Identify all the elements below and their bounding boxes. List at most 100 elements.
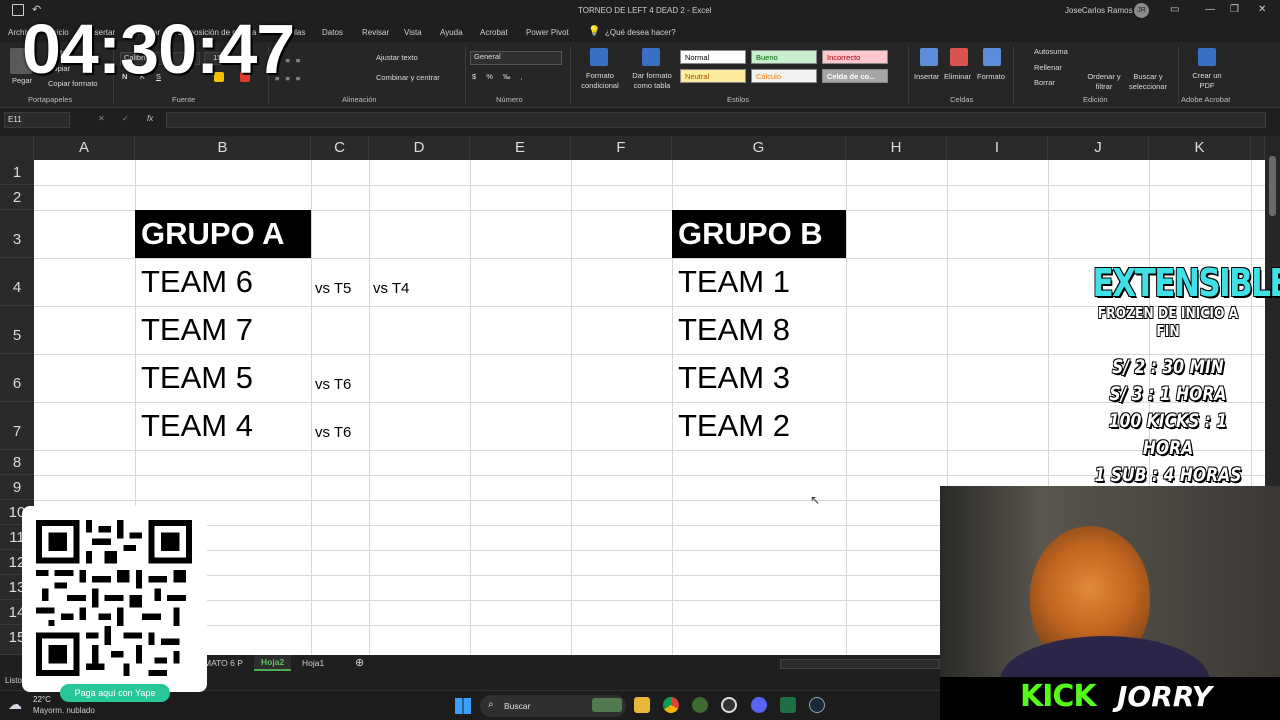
- weather-desc[interactable]: Mayorm. nublado: [33, 706, 95, 715]
- sheet-tab-active[interactable]: Hoja2: [254, 655, 292, 671]
- fill-button[interactable]: Rellenar: [1034, 63, 1062, 73]
- column-header-j[interactable]: J: [1048, 136, 1149, 160]
- create-pdf-button[interactable]: Crear un PDF: [1190, 71, 1224, 91]
- format-as-table-icon[interactable]: [642, 48, 660, 66]
- conditional-format-icon[interactable]: [590, 48, 608, 66]
- style-neutral[interactable]: Neutral: [680, 69, 746, 83]
- style-incorrecto[interactable]: Incorrecto: [822, 50, 888, 64]
- column-header-h[interactable]: H: [846, 136, 947, 160]
- match-cell[interactable]: vs T4: [369, 280, 409, 297]
- group-b-team[interactable]: TEAM 8: [672, 306, 846, 354]
- pdf-icon[interactable]: [1198, 48, 1216, 66]
- row-header[interactable]: 2: [0, 185, 34, 210]
- weather-temp[interactable]: 22°C: [33, 695, 51, 704]
- tab-ayuda[interactable]: Ayuda: [440, 28, 463, 37]
- column-header-b[interactable]: B: [135, 136, 311, 160]
- yape-pay-button[interactable]: Paga aquí con Yape: [60, 684, 170, 702]
- number-format-icons[interactable]: $ % ‰ ,: [472, 72, 527, 82]
- number-format-select[interactable]: General: [470, 51, 562, 65]
- row-header[interactable]: 1: [0, 160, 34, 185]
- insert-cells-icon[interactable]: [920, 48, 938, 66]
- merge-center-button[interactable]: Combinar y centrar: [376, 73, 440, 83]
- conditional-format-button[interactable]: Formato condicional: [574, 71, 626, 91]
- tab-vista[interactable]: Vista: [404, 28, 422, 37]
- wrap-text-button[interactable]: Ajustar texto: [376, 53, 418, 63]
- group-a-title[interactable]: GRUPO A: [135, 210, 311, 258]
- format-cells-icon[interactable]: [983, 48, 1001, 66]
- column-header-e[interactable]: E: [470, 136, 571, 160]
- tell-me-search[interactable]: ¿Qué desea hacer?: [605, 28, 676, 37]
- group-a-team[interactable]: TEAM 6: [135, 258, 311, 306]
- row-header[interactable]: 6: [0, 354, 34, 402]
- column-header-k[interactable]: K: [1149, 136, 1251, 160]
- discord-icon[interactable]: [751, 697, 767, 713]
- insert-function-button[interactable]: fx: [147, 114, 153, 123]
- clear-button[interactable]: Borrar: [1034, 78, 1055, 88]
- add-sheet-icon[interactable]: ⊕: [355, 656, 364, 669]
- name-box[interactable]: E11: [4, 112, 70, 128]
- group-b-team[interactable]: TEAM 3: [672, 354, 846, 402]
- tab-acrobat[interactable]: Acrobat: [480, 28, 508, 37]
- insert-cells-button[interactable]: Insertar: [914, 72, 939, 82]
- column-header-d[interactable]: D: [369, 136, 470, 160]
- excel-icon[interactable]: [780, 697, 796, 713]
- group-a-team[interactable]: TEAM 4: [135, 402, 311, 450]
- match-cell[interactable]: vs T6: [311, 376, 351, 393]
- windows-start-icon[interactable]: [455, 698, 471, 714]
- sheet-tab[interactable]: Hoja1: [302, 658, 324, 668]
- autosum-button[interactable]: Autosuma: [1034, 47, 1068, 57]
- file-explorer-icon[interactable]: [634, 697, 650, 713]
- row-header[interactable]: 4: [0, 258, 34, 306]
- column-header-g[interactable]: G: [672, 136, 846, 160]
- column-header-c[interactable]: C: [311, 136, 369, 160]
- group-b-team[interactable]: TEAM 2: [672, 402, 846, 450]
- group-b-title[interactable]: GRUPO B: [672, 210, 846, 258]
- corner-select-all[interactable]: [0, 136, 34, 160]
- row-header[interactable]: 5: [0, 306, 34, 354]
- delete-cells-button[interactable]: Eliminar: [944, 72, 971, 82]
- horizontal-scrollbar[interactable]: [780, 659, 940, 669]
- row-header[interactable]: 3: [0, 210, 34, 258]
- delete-cells-icon[interactable]: [950, 48, 968, 66]
- cancel-formula-icon[interactable]: ✕: [98, 114, 105, 123]
- match-cell[interactable]: vs T6: [311, 424, 351, 441]
- group-a-team[interactable]: TEAM 5: [135, 354, 311, 402]
- style-normal[interactable]: Normal: [680, 50, 746, 64]
- ribbon-display-icon[interactable]: ▭: [1170, 4, 1179, 15]
- minimize-icon[interactable]: —: [1205, 4, 1215, 15]
- maximize-icon[interactable]: ❐: [1230, 4, 1239, 15]
- style-bueno[interactable]: Bueno: [751, 50, 817, 64]
- format-cells-button[interactable]: Formato: [977, 72, 1005, 82]
- tab-revisar[interactable]: Revisar: [362, 28, 389, 37]
- avatar[interactable]: JR: [1134, 3, 1149, 18]
- tab-datos[interactable]: Datos: [322, 28, 343, 37]
- match-cell[interactable]: vs T5: [311, 280, 351, 297]
- style-celda[interactable]: Celda de co...: [822, 69, 888, 83]
- format-as-table-button[interactable]: Dar formato como tabla: [626, 71, 678, 91]
- tab-power-pivot[interactable]: Power Pivot: [526, 28, 569, 37]
- group-b-team[interactable]: TEAM 1: [672, 258, 846, 306]
- scroll-thumb[interactable]: [1269, 156, 1276, 216]
- row-header[interactable]: 8: [0, 450, 34, 475]
- enter-formula-icon[interactable]: ✓: [122, 114, 129, 123]
- kick-banner: [940, 677, 1280, 720]
- user-name[interactable]: JoseCarlos Ramos: [1065, 6, 1133, 15]
- column-header-i[interactable]: I: [947, 136, 1048, 160]
- steam-icon[interactable]: [809, 697, 825, 713]
- row-header[interactable]: 7: [0, 402, 34, 450]
- row-header[interactable]: 9: [0, 475, 34, 500]
- close-icon[interactable]: ✕: [1258, 4, 1266, 15]
- style-calculo[interactable]: Cálculo: [751, 69, 817, 83]
- app-icon[interactable]: [692, 697, 708, 713]
- group-a-team[interactable]: TEAM 7: [135, 306, 311, 354]
- search-highlight-icon[interactable]: [592, 698, 622, 712]
- column-header-f[interactable]: F: [571, 136, 672, 160]
- formula-input[interactable]: [166, 112, 1266, 128]
- column-header-a[interactable]: A: [34, 136, 135, 160]
- sheet-tab[interactable]: MATO 6 P: [204, 658, 243, 668]
- find-select-button[interactable]: Buscar y seleccionar: [1124, 72, 1172, 92]
- extensible-title: EXTENSIBLE: [1092, 261, 1280, 305]
- sort-filter-button[interactable]: Ordenar y filtrar: [1086, 72, 1122, 92]
- obs-icon[interactable]: [721, 697, 737, 713]
- chrome-icon[interactable]: [663, 697, 679, 713]
